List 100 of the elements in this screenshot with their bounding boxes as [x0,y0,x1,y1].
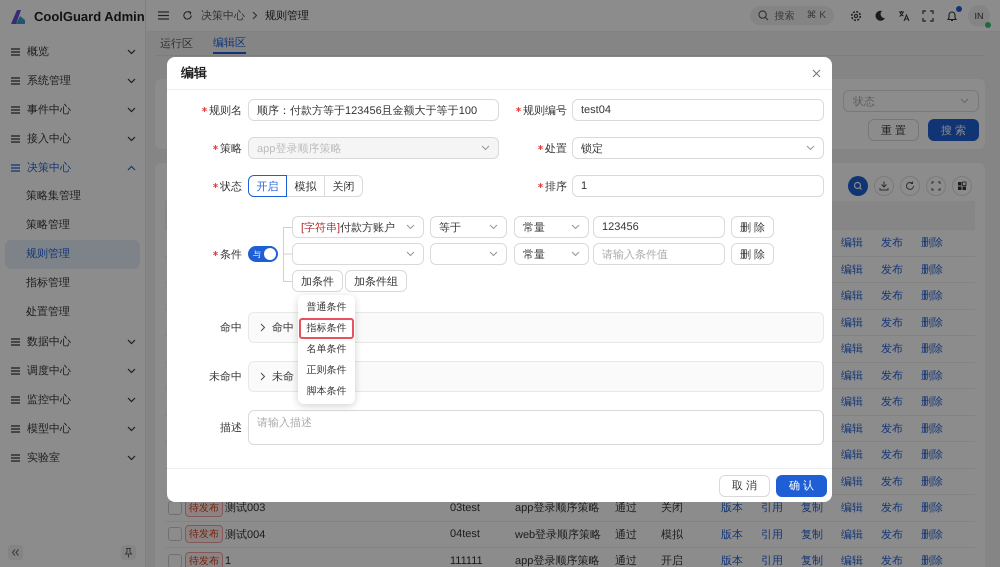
moon-icon[interactable] [874,10,886,22]
action-link[interactable]: 引用 [761,528,783,541]
action-link[interactable]: 发布 [881,502,903,514]
tab[interactable]: 编辑区 [213,33,246,54]
menu-item[interactable]: 正则条件 [299,360,354,381]
cancel-button[interactable]: 取 消 [718,474,770,496]
action-link[interactable]: 删除 [921,290,943,302]
row-checkbox[interactable] [168,500,182,515]
action-link[interactable]: 删除 [921,370,943,382]
search-button[interactable]: 搜 索 [928,119,979,141]
sidebar-subitem[interactable]: 策略管理 [5,211,140,240]
sidebar-item[interactable]: 监控中心 [0,385,145,414]
action-link[interactable]: 编辑 [841,264,863,276]
action-link[interactable]: 删除 [921,396,943,408]
select-field[interactable]: 锁定 [572,137,824,159]
search-field[interactable]: 搜索 ⌘ K [750,6,834,25]
action-link[interactable]: 版本 [721,528,743,541]
action-link[interactable]: 编辑 [841,422,863,435]
value-type-select[interactable]: 常量 [514,243,589,265]
action-link[interactable]: 编辑 [841,476,863,488]
row-checkbox[interactable] [168,554,182,567]
sidebar-subitem[interactable]: 策略集管理 [5,182,140,211]
fullscreen-icon[interactable] [922,10,934,22]
sidebar-item[interactable]: 系统管理 [0,66,145,95]
text-field[interactable]: 1 [572,175,824,197]
action-link[interactable]: 发布 [881,343,903,356]
menu-item[interactable]: 指标条件 [299,318,354,339]
action-link[interactable]: 编辑 [841,449,863,462]
confirm-button[interactable]: 确 认 [776,474,827,496]
action-link[interactable]: 删除 [921,502,943,514]
action-link[interactable]: 发布 [881,290,903,302]
action-link[interactable]: 引用 [761,555,783,567]
action-link[interactable]: 删除 [921,555,943,567]
action-link[interactable]: 发布 [881,396,903,408]
action-link[interactable]: 删除 [921,316,943,329]
operator-select[interactable]: 等于 [430,216,507,238]
collapse-icon[interactable] [8,544,23,560]
sidebar-subitem[interactable]: 指标管理 [5,269,140,298]
add-condition-button[interactable]: 加条件 [292,270,343,292]
sidebar-item[interactable]: 数据中心 [0,327,145,356]
segment-option[interactable]: 关闭 [324,175,363,197]
action-link[interactable]: 删除 [921,422,943,435]
action-link[interactable]: 删除 [921,476,943,488]
logic-switch[interactable]: 与 [248,246,278,262]
download-icon[interactable] [874,176,894,196]
action-link[interactable]: 版本 [721,555,743,567]
sidebar-subitem[interactable]: 处置管理 [5,298,140,327]
action-link[interactable]: 复制 [801,555,823,567]
field-select[interactable]: [字符串]付款方账户 [292,216,424,238]
action-link[interactable]: 复制 [801,502,823,514]
value-type-select[interactable]: 常量 [514,216,589,238]
action-link[interactable]: 编辑 [841,528,863,541]
breadcrumb-item[interactable]: 决策中心 [201,8,245,23]
text-field[interactable]: test04 [572,99,824,121]
menu-icon[interactable] [158,11,169,20]
field-select[interactable] [292,243,424,265]
action-link[interactable]: 删除 [921,528,943,541]
action-link[interactable]: 发布 [881,449,903,462]
action-link[interactable]: 编辑 [841,370,863,382]
value-field[interactable]: 请输入条件值 [593,243,725,265]
action-link[interactable]: 编辑 [841,502,863,514]
action-link[interactable]: 发布 [881,476,903,488]
grid-icon[interactable] [952,176,972,196]
search-icon[interactable] [848,176,868,196]
action-link[interactable]: 发布 [881,422,903,435]
value-field[interactable]: 123456 [593,216,725,238]
close-icon[interactable] [812,68,821,78]
translate-icon[interactable] [898,10,910,22]
settings-icon[interactable] [850,10,862,22]
text-field[interactable]: 顺序：付款方等于123456且金额大于等于100 [248,99,499,121]
action-link[interactable]: 发布 [881,264,903,276]
action-link[interactable]: 编辑 [841,237,863,250]
pin-icon[interactable] [121,544,136,560]
reset-button[interactable]: 重 置 [868,119,919,141]
action-link[interactable]: 删除 [921,264,943,276]
action-link[interactable]: 版本 [721,502,743,514]
add-group-button[interactable]: 加条件组 [345,270,407,292]
bell-icon[interactable] [946,10,958,22]
action-link[interactable]: 发布 [881,370,903,382]
row-checkbox[interactable] [168,527,182,542]
sidebar-subitem[interactable]: 规则管理 [5,240,140,269]
segment-option[interactable]: 开启 [248,175,287,197]
action-link[interactable]: 编辑 [841,343,863,356]
segment-option[interactable]: 模拟 [286,175,325,197]
action-link[interactable]: 编辑 [841,396,863,408]
sidebar-item[interactable]: 接入中心 [0,124,145,153]
delete-button[interactable]: 删 除 [731,216,774,238]
action-link[interactable]: 编辑 [841,316,863,329]
action-link[interactable]: 删除 [921,449,943,462]
action-link[interactable]: 复制 [801,528,823,541]
refresh-icon[interactable] [182,10,193,21]
sidebar-item[interactable]: 决策中心 [0,153,145,182]
action-link[interactable]: 编辑 [841,555,863,567]
action-link[interactable]: 发布 [881,316,903,329]
sidebar-item[interactable]: 实验室 [0,443,145,472]
action-link[interactable]: 编辑 [841,290,863,302]
sidebar-item[interactable]: 事件中心 [0,95,145,124]
action-link[interactable]: 发布 [881,528,903,541]
action-link[interactable]: 发布 [881,555,903,567]
action-link[interactable]: 发布 [881,237,903,250]
